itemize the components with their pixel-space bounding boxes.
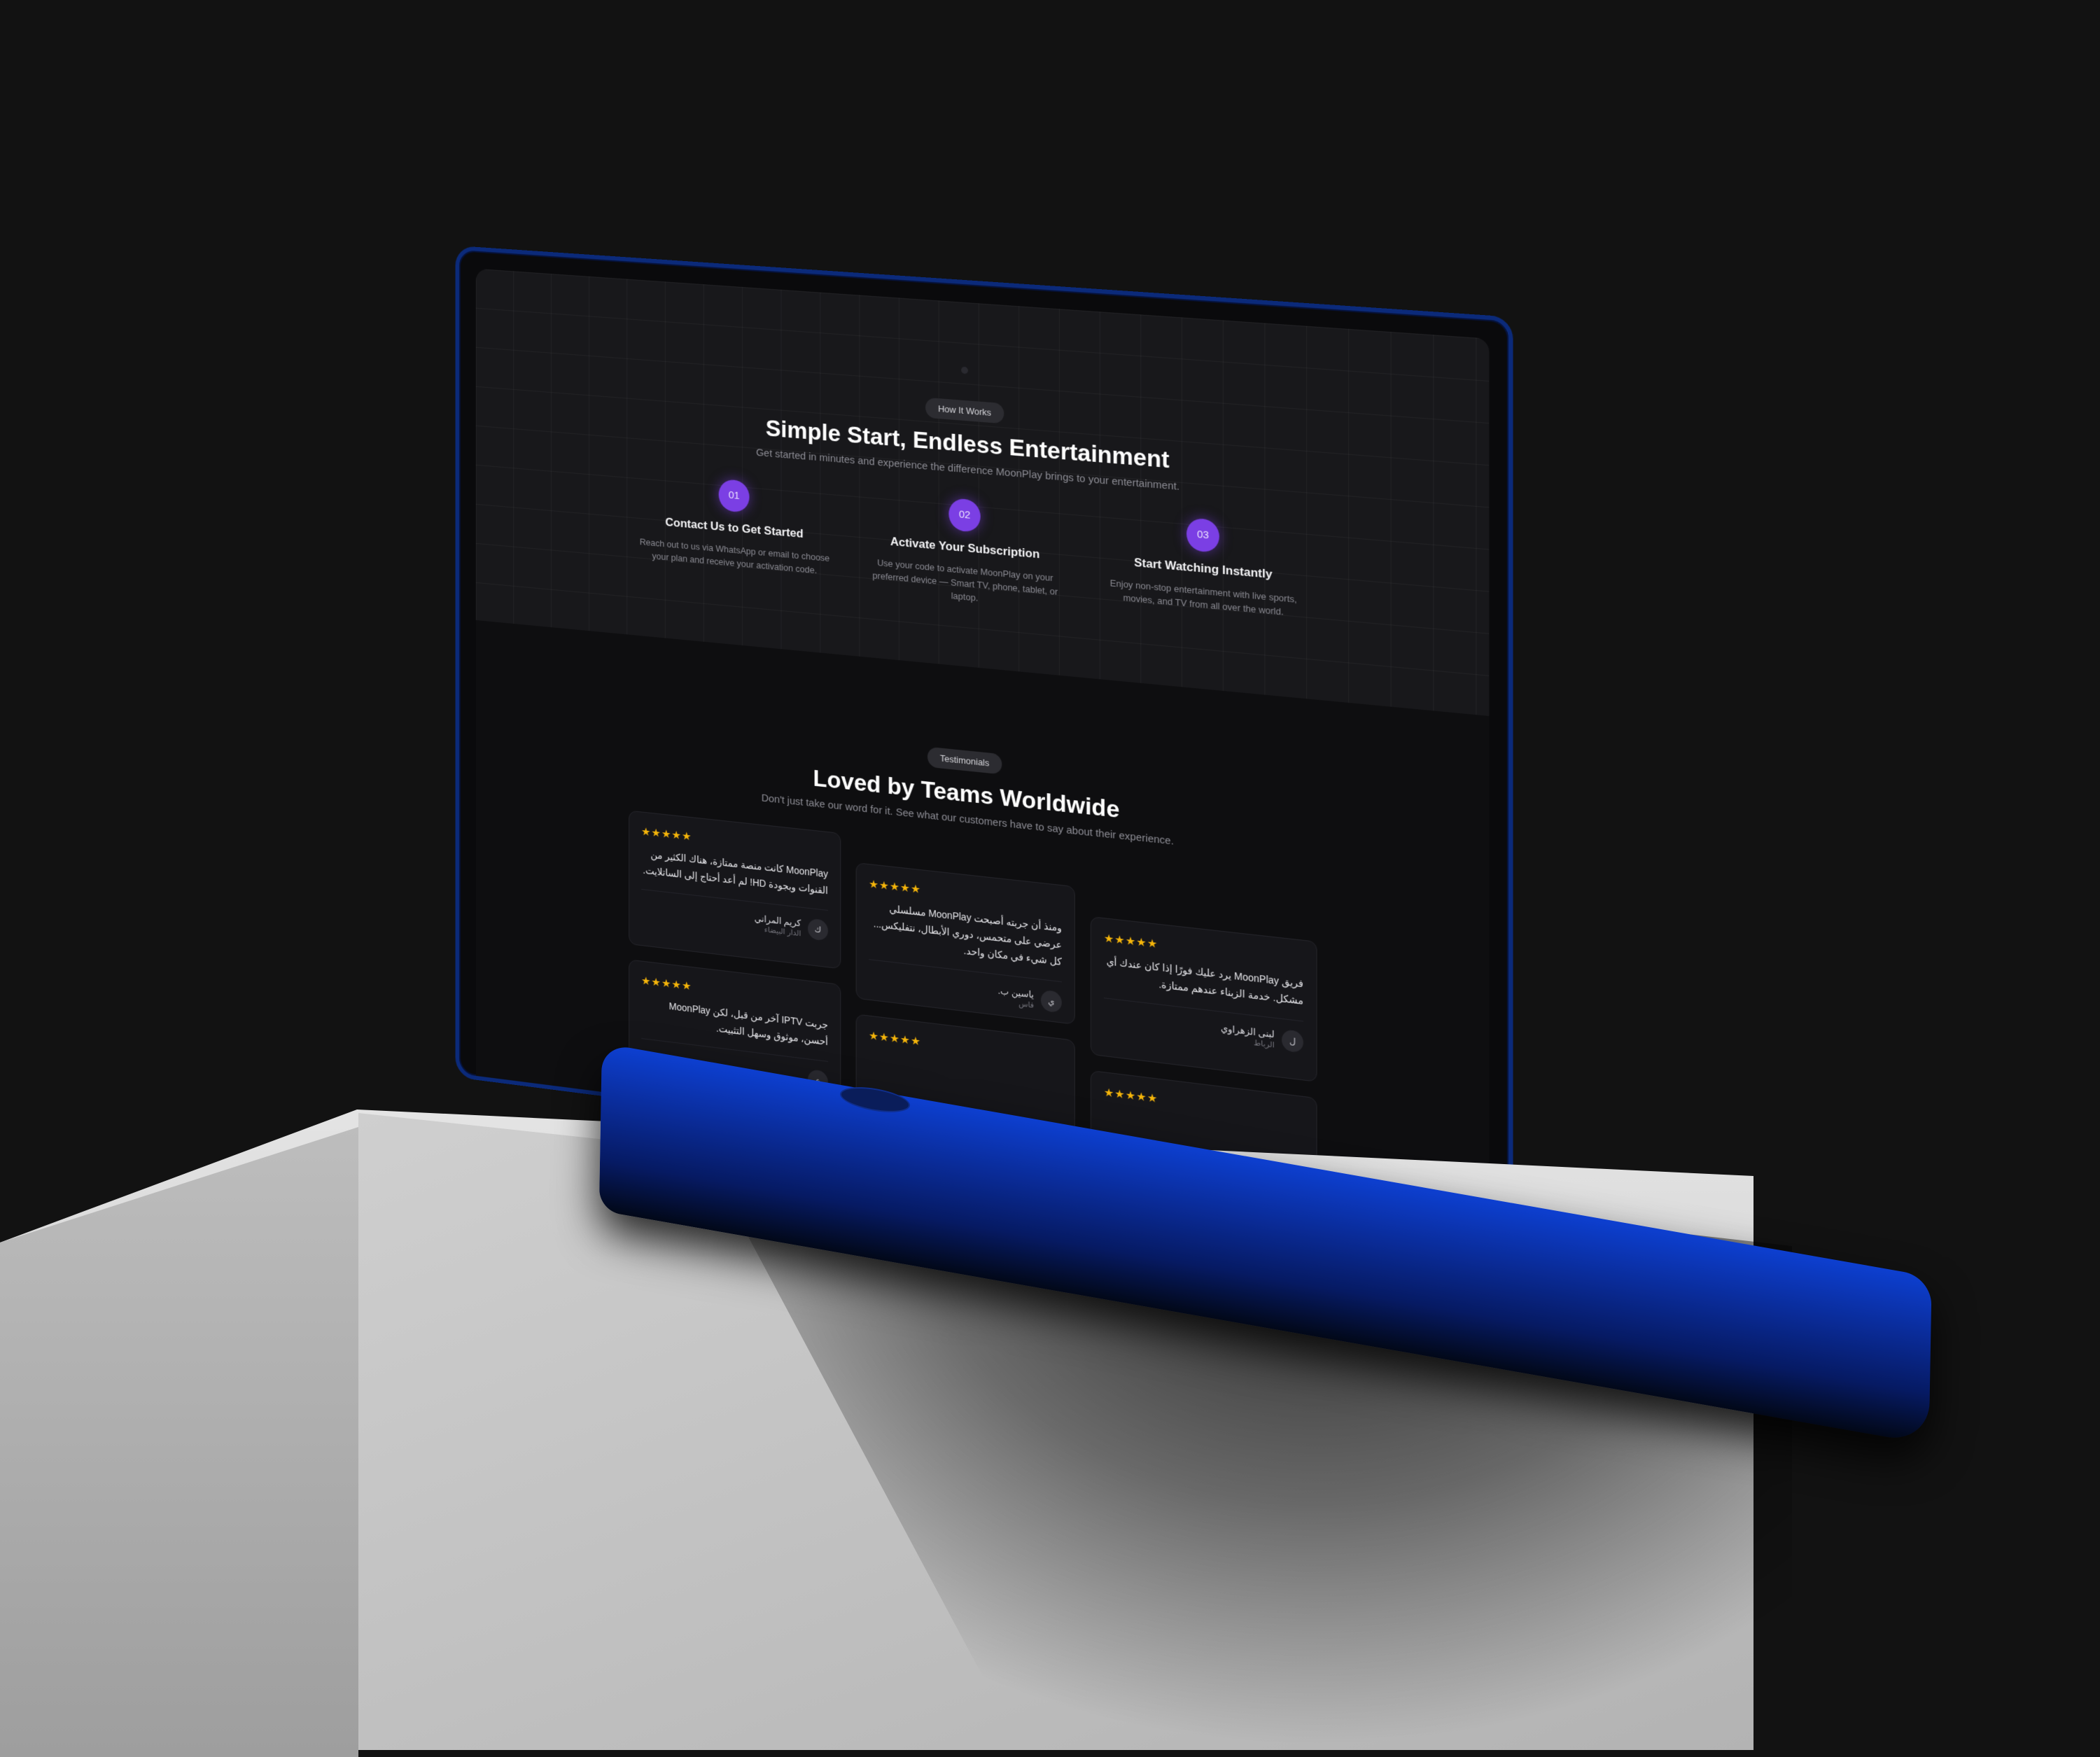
avatar: ك xyxy=(808,918,828,941)
star-rating-icon: ★★★★★ xyxy=(1104,1085,1303,1124)
testimonial-card: ★★★★★ MoonPlay كانت منصة ممتازة، هناك ال… xyxy=(629,811,841,969)
testimonial-author: ك كريم المراني الدار البيضاء xyxy=(641,889,828,941)
step-number-badge: 02 xyxy=(948,498,980,533)
step-card: 01 Contact Us to Get Started Reach out t… xyxy=(635,472,835,592)
testimonials-badge: Testimonials xyxy=(927,747,1002,775)
avatar: ل xyxy=(1282,1029,1303,1053)
step-card: 02 Activate Your Subscription Use your c… xyxy=(862,491,1068,613)
how-it-works-section: How It Works Simple Start, Endless Enter… xyxy=(476,269,1490,716)
step-number-badge: 01 xyxy=(719,479,750,513)
step-number-badge: 03 xyxy=(1186,517,1219,553)
step-description: Use your code to activate MoonPlay on yo… xyxy=(862,554,1068,612)
testimonial-author: ي ياسين ب. فاس xyxy=(869,959,1062,1013)
pedestal-left-face xyxy=(0,1127,358,1757)
how-it-works-badge: How It Works xyxy=(925,398,1003,424)
avatar: ي xyxy=(1041,990,1062,1014)
camera-icon xyxy=(961,367,968,374)
testimonial-card: ★★★★★ فريق MoonPlay يرد عليك فورًا إذا ك… xyxy=(1091,916,1317,1082)
mockup-scene: How It Works Simple Start, Endless Enter… xyxy=(0,0,2100,1750)
step-card: 03 Start Watching Instantly Enjoy non-st… xyxy=(1097,510,1310,635)
testimonial-card: ★★★★★ ومنذ أن جربته أصبحت MoonPlay مسلسل… xyxy=(856,862,1075,1025)
star-rating-icon: ★★★★★ xyxy=(869,1028,1062,1065)
